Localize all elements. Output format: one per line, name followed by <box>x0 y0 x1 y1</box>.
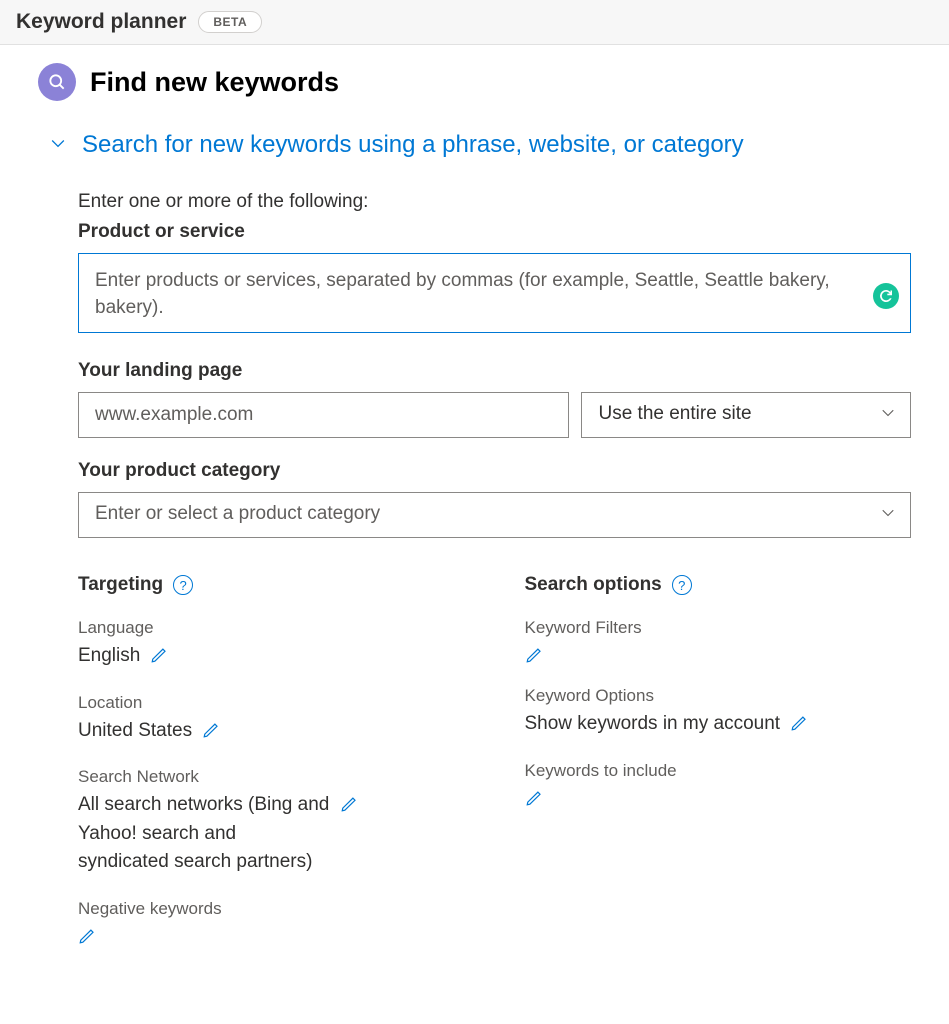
keywords-include-setting: Keywords to include <box>525 761 912 807</box>
location-setting: Location United States <box>78 693 465 746</box>
negative-keywords-setting: Negative keywords <box>78 899 465 945</box>
location-label: Location <box>78 693 465 713</box>
category-placeholder: Enter or select a product category <box>78 492 911 538</box>
network-label: Search Network <box>78 767 465 787</box>
settings-columns: Targeting ? Language English Location <box>78 574 911 967</box>
site-scope-value: Use the entire site <box>581 392 911 438</box>
top-bar: Keyword planner BETA <box>0 0 949 45</box>
help-icon[interactable]: ? <box>173 575 193 595</box>
edit-pencil-icon[interactable] <box>202 721 220 739</box>
edit-pencil-icon[interactable] <box>525 646 543 664</box>
keyword-options-label: Keyword Options <box>525 686 912 706</box>
site-scope-select[interactable]: Use the entire site <box>581 392 911 438</box>
landing-row: Use the entire site <box>78 392 911 438</box>
edit-pencil-icon[interactable] <box>525 789 543 807</box>
negative-keywords-label: Negative keywords <box>78 899 465 919</box>
product-field-wrap <box>78 253 911 338</box>
keyword-options-setting: Keyword Options Show keywords in my acco… <box>525 686 912 739</box>
landing-label: Your landing page <box>78 360 911 382</box>
form-area: Enter one or more of the following: Prod… <box>38 191 911 967</box>
page-title: Find new keywords <box>90 67 339 98</box>
targeting-column: Targeting ? Language English Location <box>78 574 465 967</box>
help-icon[interactable]: ? <box>672 575 692 595</box>
section-title: Search for new keywords using a phrase, … <box>82 131 744 159</box>
section-toggle[interactable]: Search for new keywords using a phrase, … <box>48 131 911 159</box>
edit-pencil-icon[interactable] <box>340 795 358 813</box>
grammarly-icon[interactable] <box>873 283 899 309</box>
page-header: Find new keywords <box>38 63 911 101</box>
form-instruction: Enter one or more of the following: <box>78 191 911 213</box>
category-select[interactable]: Enter or select a product category <box>78 492 911 538</box>
language-setting: Language English <box>78 618 465 671</box>
chevron-down-icon <box>48 133 68 158</box>
keyword-filters-setting: Keyword Filters <box>525 618 912 664</box>
search-options-title: Search options <box>525 574 662 596</box>
category-label: Your product category <box>78 460 911 482</box>
landing-input[interactable] <box>78 392 569 438</box>
product-input[interactable] <box>78 253 911 333</box>
search-options-header: Search options ? <box>525 574 912 596</box>
content-area: Find new keywords Search for new keyword… <box>0 45 949 997</box>
product-label: Product or service <box>78 221 911 243</box>
network-value: All search networks (Bing and Yahoo! sea… <box>78 791 330 877</box>
keyword-filters-label: Keyword Filters <box>525 618 912 638</box>
search-icon <box>38 63 76 101</box>
network-setting: Search Network All search networks (Bing… <box>78 767 465 877</box>
location-value: United States <box>78 717 192 746</box>
language-label: Language <box>78 618 465 638</box>
search-options-column: Search options ? Keyword Filters Keyword… <box>525 574 912 967</box>
beta-badge: BETA <box>198 11 262 33</box>
edit-pencil-icon[interactable] <box>78 927 96 945</box>
app-title: Keyword planner <box>16 10 186 34</box>
targeting-title: Targeting <box>78 574 163 596</box>
language-value: English <box>78 642 140 671</box>
edit-pencil-icon[interactable] <box>790 714 808 732</box>
targeting-header: Targeting ? <box>78 574 465 596</box>
edit-pencil-icon[interactable] <box>150 646 168 664</box>
keywords-include-label: Keywords to include <box>525 761 912 781</box>
keyword-options-value: Show keywords in my account <box>525 710 781 739</box>
